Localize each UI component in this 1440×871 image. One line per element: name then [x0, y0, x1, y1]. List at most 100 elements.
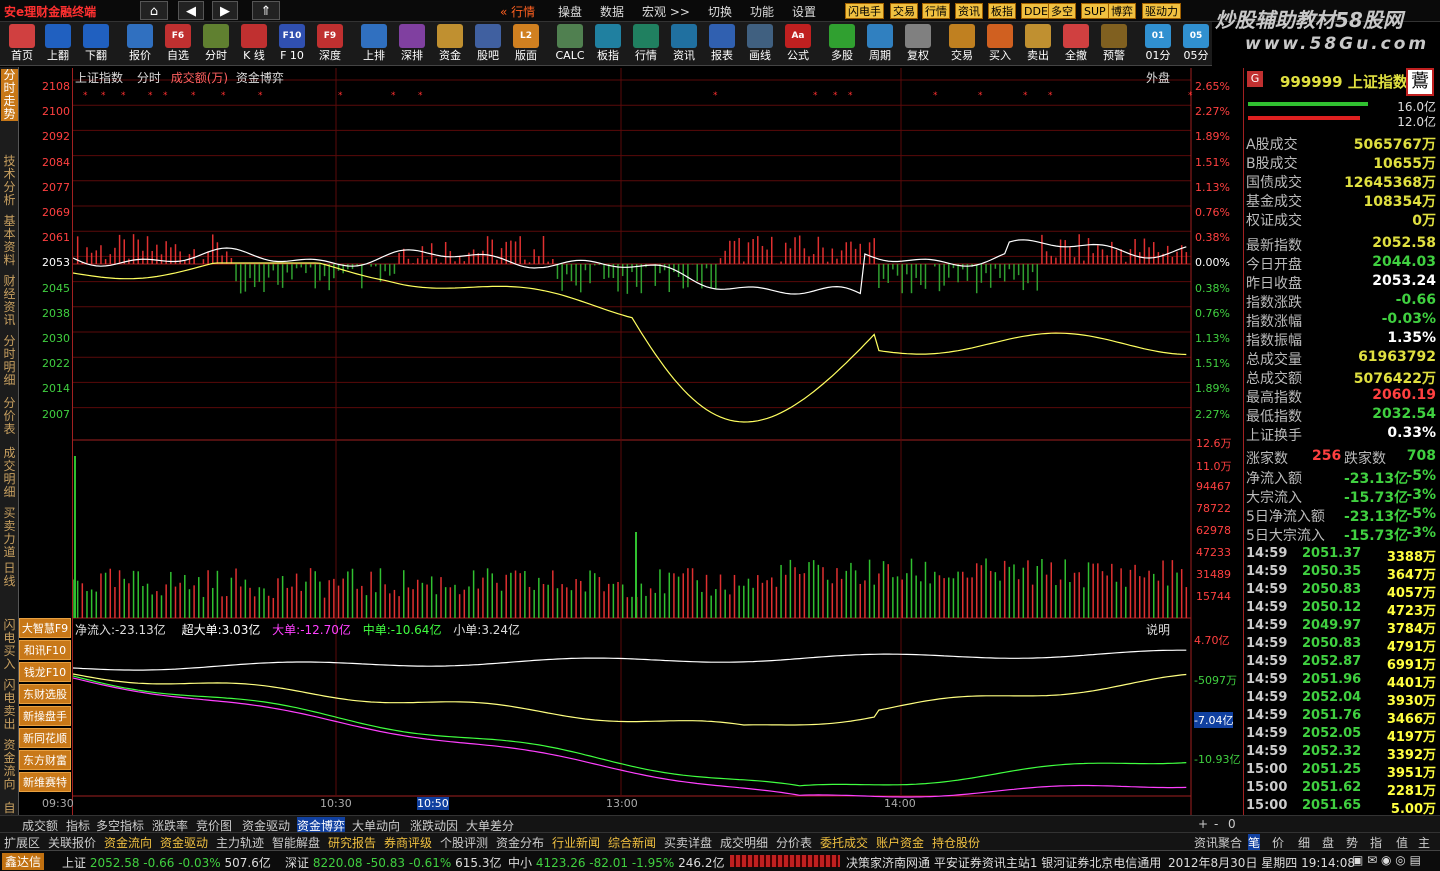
- menu-trade[interactable]: 操盘: [558, 3, 582, 20]
- toolbar-button-22[interactable]: 周期: [862, 23, 898, 65]
- left-tab-1[interactable]: 技术分析: [1, 155, 18, 207]
- toolbar-button-23[interactable]: 复权: [900, 23, 936, 65]
- ext-tab-10[interactable]: 行业新闻: [552, 834, 600, 851]
- side-button-0[interactable]: 大智慧F9: [19, 618, 71, 638]
- toolbar-button-8[interactable]: F9 深度: [312, 23, 348, 65]
- stamp-icon[interactable]: 鷰: [1406, 68, 1434, 96]
- panel-tab-3[interactable]: 细: [1298, 834, 1310, 851]
- toolbar-button-13[interactable]: L2 版面: [508, 23, 544, 65]
- toolbar-button-27[interactable]: 全撤: [1058, 23, 1094, 65]
- toolbar-button-6[interactable]: K 线: [236, 23, 272, 65]
- side-button-4[interactable]: 新操盘手: [19, 706, 71, 726]
- left-tab-9[interactable]: 闪电买入: [1, 619, 18, 671]
- ext-tab-17[interactable]: 持仓股份: [932, 834, 980, 851]
- ext-tab-8[interactable]: 个股评测: [440, 834, 488, 851]
- left-tab-5[interactable]: 分价表: [1, 397, 18, 436]
- toolbar-button-9[interactable]: 上排: [356, 23, 392, 65]
- left-tab-6[interactable]: 成交明细: [1, 447, 18, 499]
- toolbar-button-1[interactable]: 上翻: [40, 23, 76, 65]
- toolbar-button-26[interactable]: 卖出: [1020, 23, 1056, 65]
- side-button-2[interactable]: 钱龙F10: [19, 662, 71, 682]
- side-button-1[interactable]: 和讯F10: [19, 640, 71, 660]
- toolbar-button-15[interactable]: 板指: [590, 23, 626, 65]
- left-tab-2[interactable]: 基本资料: [1, 215, 18, 267]
- toolbar-button-18[interactable]: 报表: [704, 23, 740, 65]
- tag-flash[interactable]: 闪电手: [845, 3, 884, 19]
- left-tab-4[interactable]: 分时明细: [1, 335, 18, 387]
- expand-icon[interactable]: ⇑: [252, 1, 280, 20]
- panel-tab-8[interactable]: 主: [1418, 834, 1430, 851]
- ext-tab-2[interactable]: 资金流向: [104, 834, 152, 851]
- toolbar-button-24[interactable]: 交易: [944, 23, 980, 65]
- left-tab-0[interactable]: 分时走势: [1, 69, 18, 121]
- ext-tab-9[interactable]: 资金分布: [496, 834, 544, 851]
- ext-tab-7[interactable]: 券商评级: [384, 834, 432, 851]
- menu-switch[interactable]: 切换: [708, 3, 732, 20]
- menu-data[interactable]: 数据: [600, 3, 624, 20]
- ext-tab-14[interactable]: 分价表: [776, 834, 812, 851]
- toolbar-button-17[interactable]: 资讯: [666, 23, 702, 65]
- home-icon[interactable]: ⌂: [140, 1, 168, 20]
- sme-index[interactable]: 中小 4123.26 -82.01 -1.95% 246.2亿: [508, 854, 724, 871]
- tag-drive[interactable]: 驱动力: [1142, 3, 1181, 19]
- ext-tab-12[interactable]: 买卖详盘: [664, 834, 712, 851]
- toolbar-button-4[interactable]: F6 自选: [160, 23, 196, 65]
- ext-tab-1[interactable]: 关联报价: [48, 834, 96, 851]
- tag-quote[interactable]: 行情: [922, 3, 950, 19]
- tab-zero[interactable]: 0: [1228, 817, 1236, 831]
- toolbar-button-11[interactable]: 资金: [432, 23, 468, 65]
- panel-tab-1[interactable]: 笔: [1248, 834, 1261, 851]
- toolbar-button-21[interactable]: 多股: [824, 23, 860, 65]
- side-button-3[interactable]: 东财选股: [19, 684, 71, 704]
- intraday-chart[interactable]: * * * * * * * * * * * * * * * * * * * *: [72, 68, 1242, 830]
- panel-tab-0[interactable]: 资讯聚合: [1194, 834, 1242, 851]
- left-tab-8[interactable]: 日线: [1, 562, 18, 588]
- tag-dde[interactable]: DDE: [1021, 3, 1051, 19]
- left-tab-11[interactable]: 资金流向: [1, 739, 18, 791]
- toolbar-button-10[interactable]: 深排: [394, 23, 430, 65]
- ext-tab-0[interactable]: 扩展区: [4, 834, 40, 851]
- ext-tab-3[interactable]: 资金驱动: [160, 834, 208, 851]
- toolbar-button-5[interactable]: 分时: [198, 23, 234, 65]
- toolbar-button-3[interactable]: 报价: [122, 23, 158, 65]
- sh-index[interactable]: 上证 2052.58 -0.66 -0.03% 507.6亿: [62, 854, 271, 871]
- ext-tab-16[interactable]: 账户资金: [876, 834, 924, 851]
- toolbar-button-19[interactable]: 画线: [742, 23, 778, 65]
- left-tab-10[interactable]: 闪电卖出: [1, 679, 18, 731]
- ext-tab-11[interactable]: 综合新闻: [608, 834, 656, 851]
- ext-tab-15[interactable]: 委托成交: [820, 834, 868, 851]
- left-tab-7[interactable]: 买卖力道: [1, 507, 18, 559]
- ext-tab-13[interactable]: 成交明细: [720, 834, 768, 851]
- status-icons[interactable]: ▣ ✉ ◉ ◎ ▤: [1352, 853, 1421, 867]
- toolbar-button-12[interactable]: 股吧: [470, 23, 506, 65]
- side-button-7[interactable]: 新维赛特: [19, 772, 71, 792]
- toolbar-button-28[interactable]: 预警: [1096, 23, 1132, 65]
- panel-tab-5[interactable]: 势: [1346, 834, 1358, 851]
- tag-game[interactable]: 博弈: [1108, 3, 1136, 19]
- explain-link[interactable]: 说明: [1146, 621, 1170, 638]
- toolbar-button-20[interactable]: Aa 公式: [780, 23, 816, 65]
- toolbar-button-2[interactable]: 下翻: [78, 23, 114, 65]
- side-button-6[interactable]: 东方财富: [19, 750, 71, 770]
- tag-longshort[interactable]: 多空: [1048, 3, 1076, 19]
- tag-sector[interactable]: 板指: [988, 3, 1016, 19]
- menu-quote[interactable]: « 行情: [500, 3, 535, 20]
- panel-tab-2[interactable]: 价: [1272, 834, 1284, 851]
- back-icon[interactable]: ◀: [178, 1, 204, 20]
- toolbar-button-16[interactable]: 行情: [628, 23, 664, 65]
- toolbar-button-7[interactable]: F10 F 10: [274, 23, 310, 65]
- toolbar-button-29[interactable]: 01 01分: [1140, 23, 1176, 65]
- panel-tab-7[interactable]: 值: [1396, 834, 1408, 851]
- toolbar-button-0[interactable]: 首页: [4, 23, 40, 65]
- tab-plus-icon[interactable]: +: [1198, 817, 1208, 831]
- menu-function[interactable]: 功能: [750, 3, 774, 20]
- sz-index[interactable]: 深证 8220.08 -50.83 -0.61% 615.3亿: [285, 854, 501, 871]
- menu-settings[interactable]: 设置: [792, 3, 816, 20]
- tag-trade[interactable]: 交易: [890, 3, 918, 19]
- panel-tab-4[interactable]: 盘: [1322, 834, 1334, 851]
- panel-tab-6[interactable]: 指: [1370, 834, 1382, 851]
- menu-macro[interactable]: 宏观 >>: [642, 3, 690, 20]
- side-button-5[interactable]: 新同花顺: [19, 728, 71, 748]
- left-tab-3[interactable]: 财经资讯: [1, 275, 18, 327]
- ext-tab-6[interactable]: 研究报告: [328, 834, 376, 851]
